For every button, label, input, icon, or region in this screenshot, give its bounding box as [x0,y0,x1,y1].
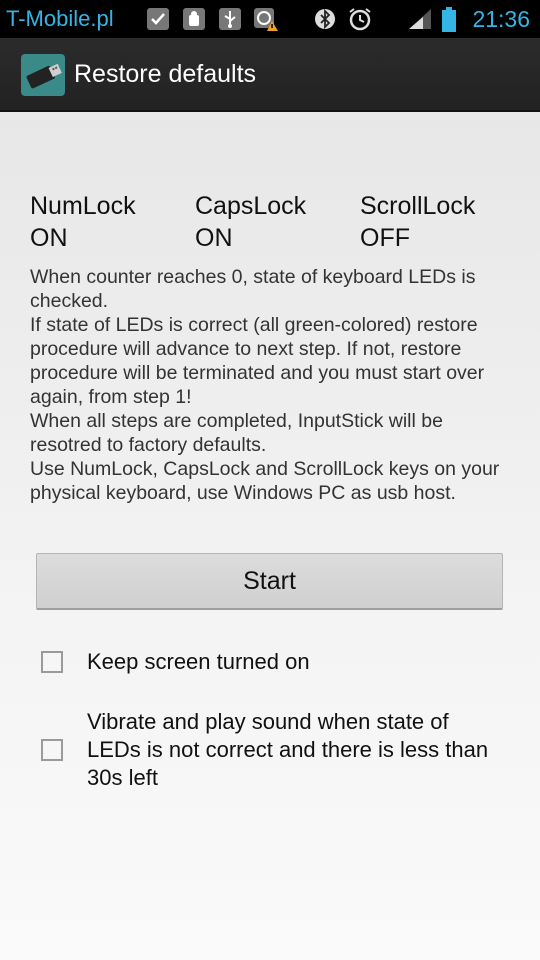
vibrate-sound-label[interactable]: Vibrate and play sound when state of LED… [87,708,507,792]
led-name: CapsLock [195,192,307,220]
signal-icon [407,7,433,31]
instruction-paragraph: When counter reaches 0, state of keyboar… [30,266,476,312]
instruction-paragraph: Use NumLock, CapsLock and ScrollLock key… [30,458,500,504]
main-content: NumLock ON CapsLock ON ScrollLock OFF Wh… [0,112,540,960]
warning-icon [253,7,279,31]
keep-screen-on-checkbox[interactable] [41,651,63,673]
led-state: ON [30,224,68,252]
carrier-name: T-Mobile.pl [6,6,114,31]
alarm-icon [347,7,373,31]
status-bar: T-Mobile.pl 21:36 [0,0,540,38]
page-title: Restore defaults [74,60,257,88]
led-numlock: NumLock ON [30,190,136,254]
vibrate-sound-checkbox[interactable] [41,739,63,761]
start-button[interactable]: Start [36,553,503,610]
led-capslock: CapsLock ON [195,190,306,254]
usb-stick-icon[interactable] [21,54,65,96]
action-bar: Restore defaults [0,38,540,112]
led-name: ScrollLock [360,192,476,220]
battery-icon [441,7,457,32]
checkmark-icon [146,7,170,31]
keep-screen-on-label[interactable]: Keep screen turned on [87,648,507,676]
led-state: ON [195,224,233,252]
instruction-paragraph: If state of LEDs is correct (all green-c… [30,314,485,408]
led-scrolllock: ScrollLock OFF [360,190,475,254]
instructions-text: When counter reaches 0, state of keyboar… [30,265,515,505]
instruction-paragraph: When all steps are completed, InputStick… [30,410,443,456]
led-name: NumLock [30,192,136,220]
bluetooth-icon [313,7,337,31]
android-debug-icon [182,7,206,31]
usb-icon [218,7,242,31]
led-state: OFF [360,224,410,252]
status-clock: 21:36 [472,6,530,32]
